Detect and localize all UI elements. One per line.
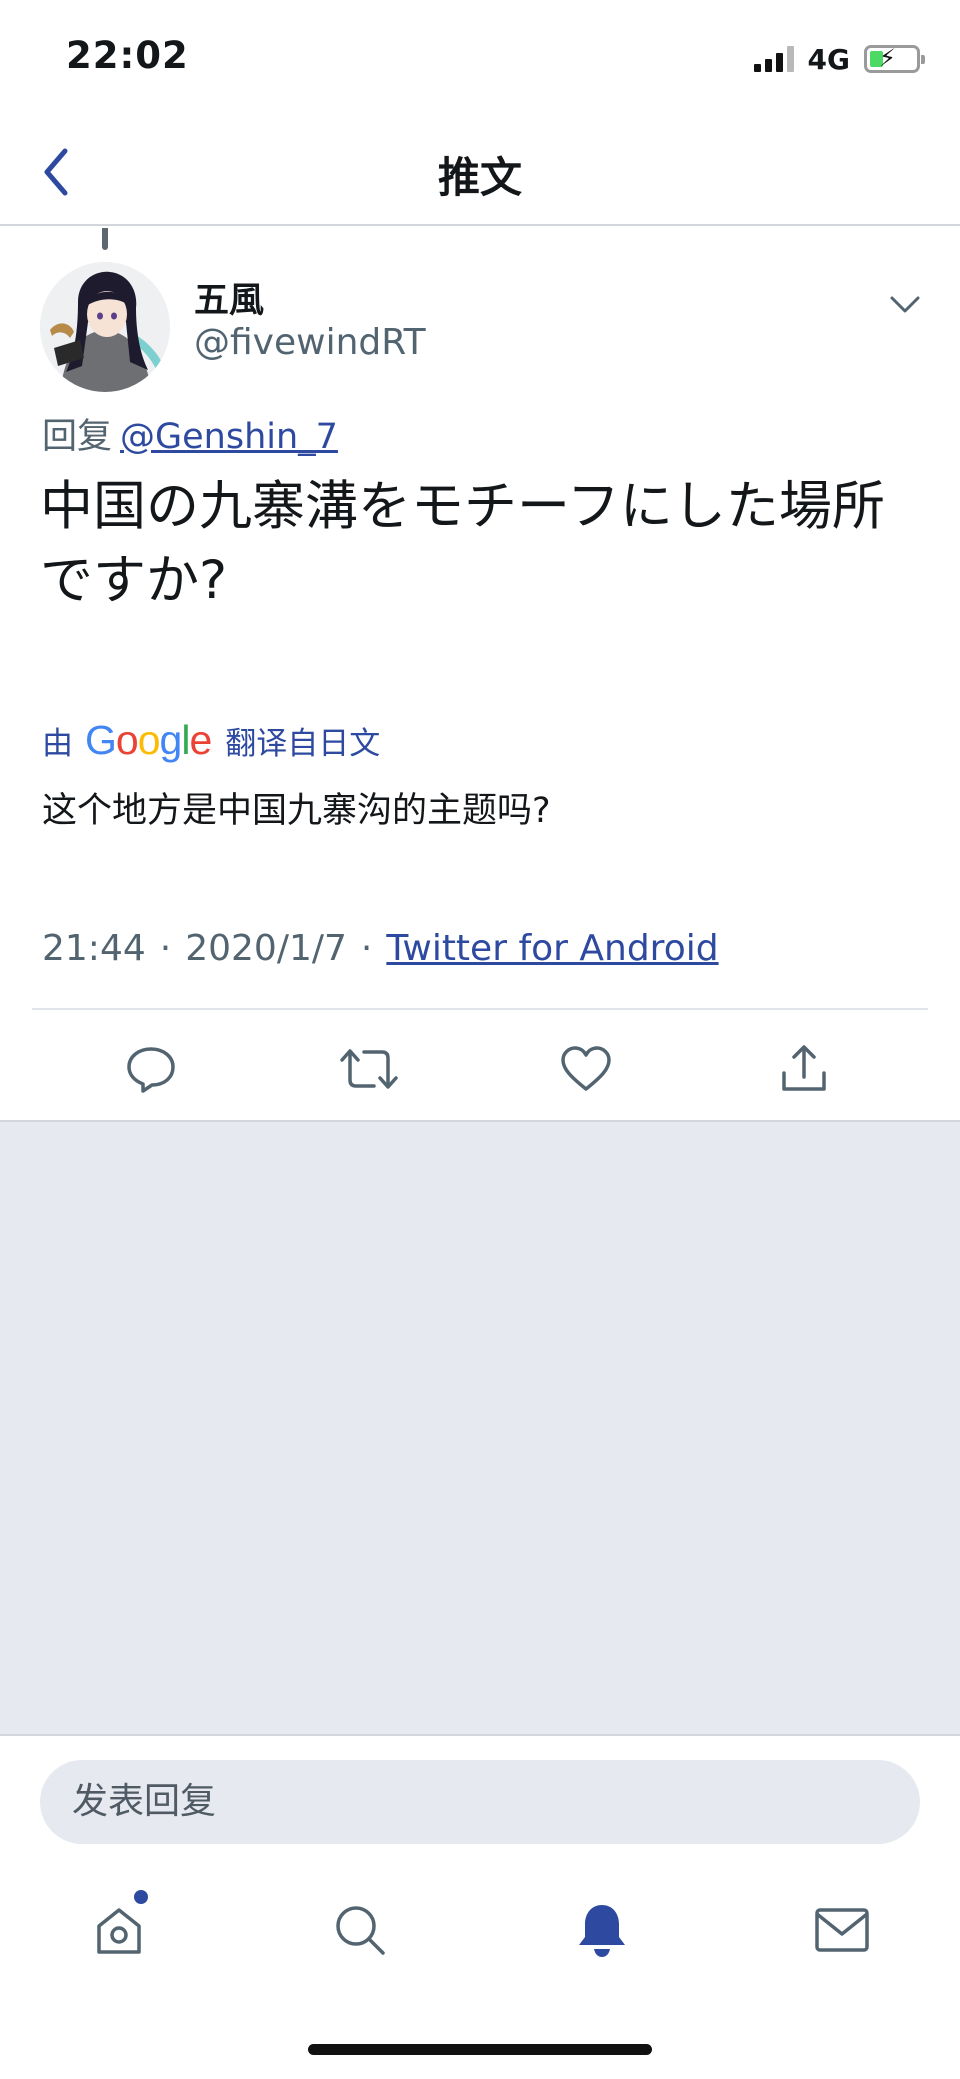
tweet-text: 中国の九寨溝をモチーフにした場所ですか?	[40, 476, 885, 611]
tab-home[interactable]	[74, 1880, 164, 1980]
user-handle[interactable]: @fivewindRT	[194, 322, 426, 363]
share-icon	[782, 1045, 826, 1091]
status-bar: 22:02 4G ⚡	[0, 0, 960, 120]
tab-notifications[interactable]	[557, 1880, 647, 1980]
page-title: 推文	[437, 153, 522, 202]
display-name[interactable]: 五風	[194, 272, 264, 323]
battery-icon: ⚡	[864, 44, 925, 73]
messages-icon	[815, 1908, 869, 1952]
separator: ·	[360, 928, 373, 969]
notifications-icon	[579, 1905, 625, 1957]
empty-replies-area	[0, 1120, 960, 1736]
thread-connector	[102, 228, 108, 250]
retweet-icon	[340, 1049, 398, 1089]
status-indicators: 4G ⚡	[753, 42, 925, 76]
google-logo: Google	[85, 717, 212, 763]
retweet-button[interactable]	[334, 1036, 404, 1102]
more-options-button[interactable]	[880, 285, 930, 325]
translate-suffix: 翻译自日文	[225, 726, 381, 762]
tab-messages[interactable]	[797, 1880, 887, 1980]
avatar-illustration	[40, 262, 170, 392]
tweet-date: 2020/1/7	[185, 928, 347, 969]
translated-text: 这个地方是中国九寨沟的主题吗?	[42, 791, 551, 831]
search-icon	[336, 1906, 385, 1955]
separator: ·	[159, 928, 172, 969]
reply-mention-link[interactable]: @Genshin_7	[120, 417, 338, 457]
reply-input[interactable]: 发表回复	[40, 1760, 920, 1844]
share-button[interactable]	[769, 1036, 839, 1102]
like-icon	[561, 1046, 611, 1091]
chevron-down-icon	[890, 296, 920, 313]
network-type: 4G	[807, 42, 850, 76]
reply-icon	[127, 1047, 175, 1093]
translate-prefix: 由	[42, 726, 73, 762]
home-unread-dot	[134, 1890, 148, 1904]
home-indicator[interactable]	[308, 2044, 652, 2055]
translation-attribution: 由 Google 翻译自日文	[42, 718, 380, 763]
nav-header: 推文	[0, 120, 960, 226]
home-icon	[97, 1908, 141, 1954]
reply-prefix: 回复	[42, 417, 113, 457]
tweet-time: 21:44	[42, 928, 146, 969]
avatar[interactable]	[40, 262, 170, 392]
tweet-source-link[interactable]: Twitter for Android	[386, 928, 718, 969]
reply-button[interactable]	[116, 1036, 186, 1102]
tweet-meta: 21:44 · 2020/1/7 · Twitter for Android	[42, 928, 719, 969]
divider	[32, 1008, 928, 1010]
tweet-actions	[0, 1026, 960, 1112]
status-time: 22:02	[66, 34, 189, 77]
tab-search[interactable]	[315, 1880, 405, 1980]
signal-icon	[753, 46, 794, 72]
reply-context: 回复 @Genshin_7	[42, 408, 338, 459]
like-button[interactable]	[551, 1036, 621, 1102]
